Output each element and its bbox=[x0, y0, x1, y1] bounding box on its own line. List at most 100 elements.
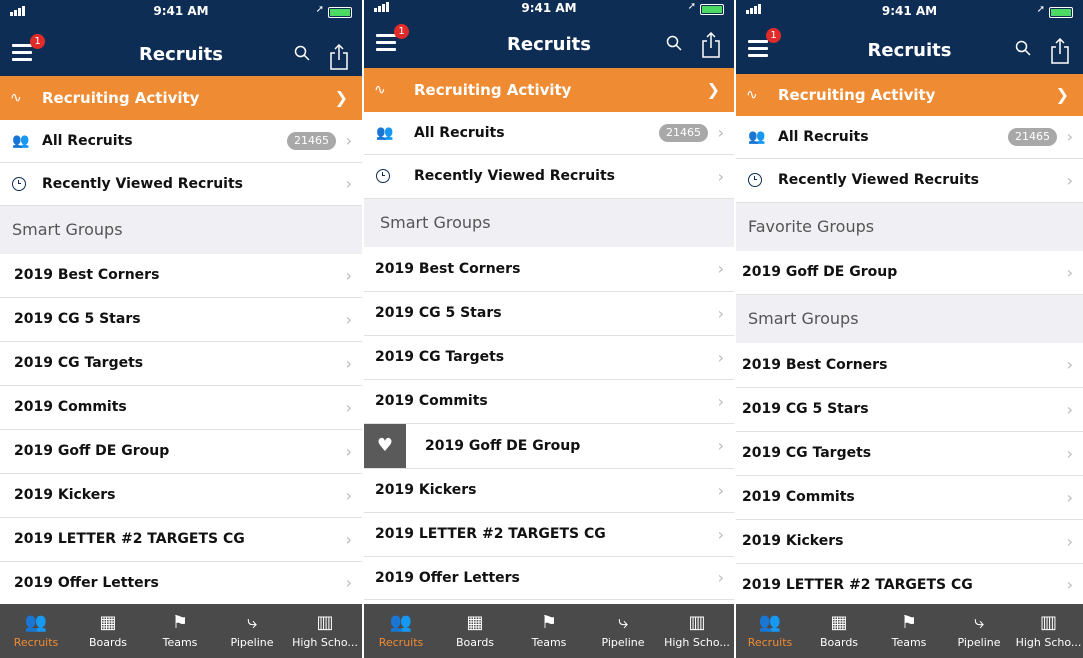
all-recruits-row[interactable]: 👥 All Recruits 21465 › bbox=[736, 116, 1083, 159]
group-row[interactable]: 2019 Kickers › bbox=[0, 474, 362, 518]
chevron-right-icon: › bbox=[717, 525, 724, 544]
nav-bar: 9:41 AM ➚ 1 Recruits bbox=[364, 0, 734, 68]
tab-recruits[interactable]: 👥 Recruits bbox=[364, 604, 438, 658]
search-icon[interactable] bbox=[666, 35, 682, 51]
group-row[interactable]: 2019 Goff DE Group › bbox=[0, 430, 362, 474]
group-row[interactable]: 2019 Offer Letters › bbox=[0, 562, 362, 605]
favorite-group-row[interactable]: 2019 Goff DE Group › bbox=[736, 251, 1083, 295]
chevron-right-icon: › bbox=[717, 259, 724, 278]
group-row[interactable]: 2019 CG Targets › bbox=[0, 342, 362, 386]
location-icon: ➚ bbox=[315, 4, 324, 15]
tab-boards[interactable]: ▦ Boards bbox=[438, 604, 512, 658]
group-row[interactable]: 2019 LETTER #2 TARGETS CG › bbox=[736, 564, 1083, 607]
chevron-right-icon: › bbox=[345, 486, 352, 505]
recently-viewed-row[interactable]: Recently Viewed Recruits › bbox=[364, 155, 734, 199]
people-icon: 👥 bbox=[748, 129, 766, 145]
chevron-right-icon: › bbox=[345, 442, 352, 461]
smart-groups-header: Smart Groups bbox=[364, 199, 734, 247]
group-name: 2019 LETTER #2 TARGETS CG bbox=[375, 526, 606, 542]
chevron-right-icon: › bbox=[1066, 355, 1073, 374]
group-row[interactable]: 2019 CG 5 Stars › bbox=[0, 298, 362, 342]
group-row[interactable]: 2019 Kickers › bbox=[736, 520, 1083, 564]
group-row[interactable]: 2019 Commits › bbox=[0, 386, 362, 430]
group-row[interactable]: 2019 Best Corners › bbox=[0, 254, 362, 298]
people-icon: 👥 bbox=[389, 612, 413, 633]
group-row[interactable]: 2019 Offer Letters › bbox=[364, 557, 734, 600]
all-recruits-label: All Recruits bbox=[42, 133, 133, 149]
tab-boards[interactable]: ▦ Boards bbox=[804, 604, 874, 658]
chevron-right-icon: › bbox=[717, 568, 724, 587]
group-row[interactable]: 2019 Kickers › bbox=[364, 469, 734, 513]
recruiting-activity-row[interactable]: ∿ Recruiting Activity ❯ bbox=[364, 68, 734, 112]
recruit-count-badge: 21465 bbox=[287, 132, 336, 150]
people-icon: 👥 bbox=[376, 125, 394, 141]
heart-icon[interactable]: ♥ bbox=[364, 424, 406, 468]
group-row[interactable]: 2019 Best Corners › bbox=[736, 343, 1083, 388]
group-row[interactable]: 2019 CG 5 Stars › bbox=[364, 292, 734, 336]
battery-icon bbox=[328, 7, 352, 18]
phone-screen-1: 9:41 AM ➚ 1 Recruits ∿ Recruiting Activi… bbox=[0, 0, 362, 658]
tab-teams[interactable]: ⚑ Teams bbox=[512, 604, 586, 658]
chevron-right-icon: › bbox=[717, 123, 724, 142]
recruiting-activity-row[interactable]: ∿ Recruiting Activity ❯ bbox=[0, 76, 362, 120]
group-row[interactable]: 2019 CG 5 Stars › bbox=[736, 388, 1083, 432]
chevron-right-icon: › bbox=[345, 354, 352, 373]
all-recruits-label: All Recruits bbox=[414, 125, 505, 141]
chevron-right-icon: ❯ bbox=[706, 80, 720, 99]
tab-recruits[interactable]: 👥 Recruits bbox=[0, 604, 72, 658]
tab-recruits[interactable]: 👥 Recruits bbox=[736, 604, 804, 658]
share-icon[interactable] bbox=[328, 44, 350, 70]
group-row[interactable]: 2019 CG Targets › bbox=[364, 336, 734, 380]
search-icon[interactable] bbox=[1015, 40, 1031, 56]
chevron-right-icon: › bbox=[1066, 488, 1073, 507]
group-name: 2019 Commits bbox=[14, 399, 127, 415]
group-row[interactable]: 2019 Commits › bbox=[364, 380, 734, 424]
chevron-right-icon: › bbox=[1066, 400, 1073, 419]
group-name: 2019 CG 5 Stars bbox=[14, 311, 141, 327]
tab-bar: 👥 Recruits ▦ Boards ⚑ Teams ⤷ Pipeline ▥ High… bbox=[364, 604, 734, 658]
pipeline-icon: ⤷ bbox=[617, 612, 629, 633]
flag-icon: ⚑ bbox=[900, 612, 918, 633]
group-row[interactable]: 2019 CG Targets › bbox=[736, 432, 1083, 476]
group-name: 2019 Best Corners bbox=[742, 357, 888, 373]
chevron-right-icon: › bbox=[345, 398, 352, 417]
tab-high-schools[interactable]: ▥ High Scho... bbox=[288, 604, 362, 658]
group-row[interactable]: 2019 LETTER #2 TARGETS CG › bbox=[364, 513, 734, 557]
share-icon[interactable] bbox=[700, 32, 722, 58]
chevron-right-icon: › bbox=[345, 530, 352, 549]
recruiting-activity-label: Recruiting Activity bbox=[414, 81, 572, 99]
search-icon[interactable] bbox=[294, 45, 310, 61]
group-row[interactable]: 2019 LETTER #2 TARGETS CG › bbox=[0, 518, 362, 562]
tab-pipeline[interactable]: ⤷ Pipeline bbox=[944, 604, 1014, 658]
group-name: 2019 Kickers bbox=[14, 487, 116, 503]
people-icon: 👥 bbox=[758, 612, 782, 633]
tab-teams[interactable]: ⚑ Teams bbox=[144, 604, 216, 658]
group-row[interactable]: 2019 Commits › bbox=[736, 476, 1083, 520]
tab-high-schools[interactable]: ▥ High Scho... bbox=[660, 604, 734, 658]
pipeline-icon: ⤷ bbox=[246, 612, 258, 633]
clock-icon bbox=[376, 169, 390, 183]
recruit-count-badge: 21465 bbox=[1008, 128, 1057, 146]
grid-icon: ▦ bbox=[466, 612, 484, 633]
chevron-right-icon: › bbox=[1066, 532, 1073, 551]
recently-viewed-row[interactable]: Recently Viewed Recruits › bbox=[0, 163, 362, 206]
group-row[interactable]: 2019 Best Corners › bbox=[364, 247, 734, 292]
tab-pipeline[interactable]: ⤷ Pipeline bbox=[216, 604, 288, 658]
tab-teams[interactable]: ⚑ Teams bbox=[874, 604, 944, 658]
recently-viewed-row[interactable]: Recently Viewed Recruits › bbox=[736, 159, 1083, 203]
status-bar: 9:41 AM ➚ bbox=[0, 0, 362, 22]
chevron-right-icon: › bbox=[345, 310, 352, 329]
all-recruits-row[interactable]: 👥 All Recruits 21465 › bbox=[0, 120, 362, 163]
share-icon[interactable] bbox=[1049, 38, 1071, 64]
status-time: 9:41 AM bbox=[153, 4, 209, 18]
recruiting-activity-row[interactable]: ∿ Recruiting Activity ❯ bbox=[736, 74, 1083, 116]
tab-boards[interactable]: ▦ Boards bbox=[72, 604, 144, 658]
tab-pipeline[interactable]: ⤷ Pipeline bbox=[586, 604, 660, 658]
group-row-favorited[interactable]: ♥ 2019 Goff DE Group › bbox=[364, 424, 734, 469]
group-name: 2019 CG 5 Stars bbox=[375, 305, 502, 321]
clock-icon bbox=[12, 177, 26, 191]
tab-high-schools[interactable]: ▥ High Scho... bbox=[1014, 604, 1083, 658]
flag-icon: ⚑ bbox=[540, 612, 558, 633]
chevron-right-icon: › bbox=[1066, 575, 1073, 594]
all-recruits-row[interactable]: 👥 All Recruits 21465 › bbox=[364, 112, 734, 155]
